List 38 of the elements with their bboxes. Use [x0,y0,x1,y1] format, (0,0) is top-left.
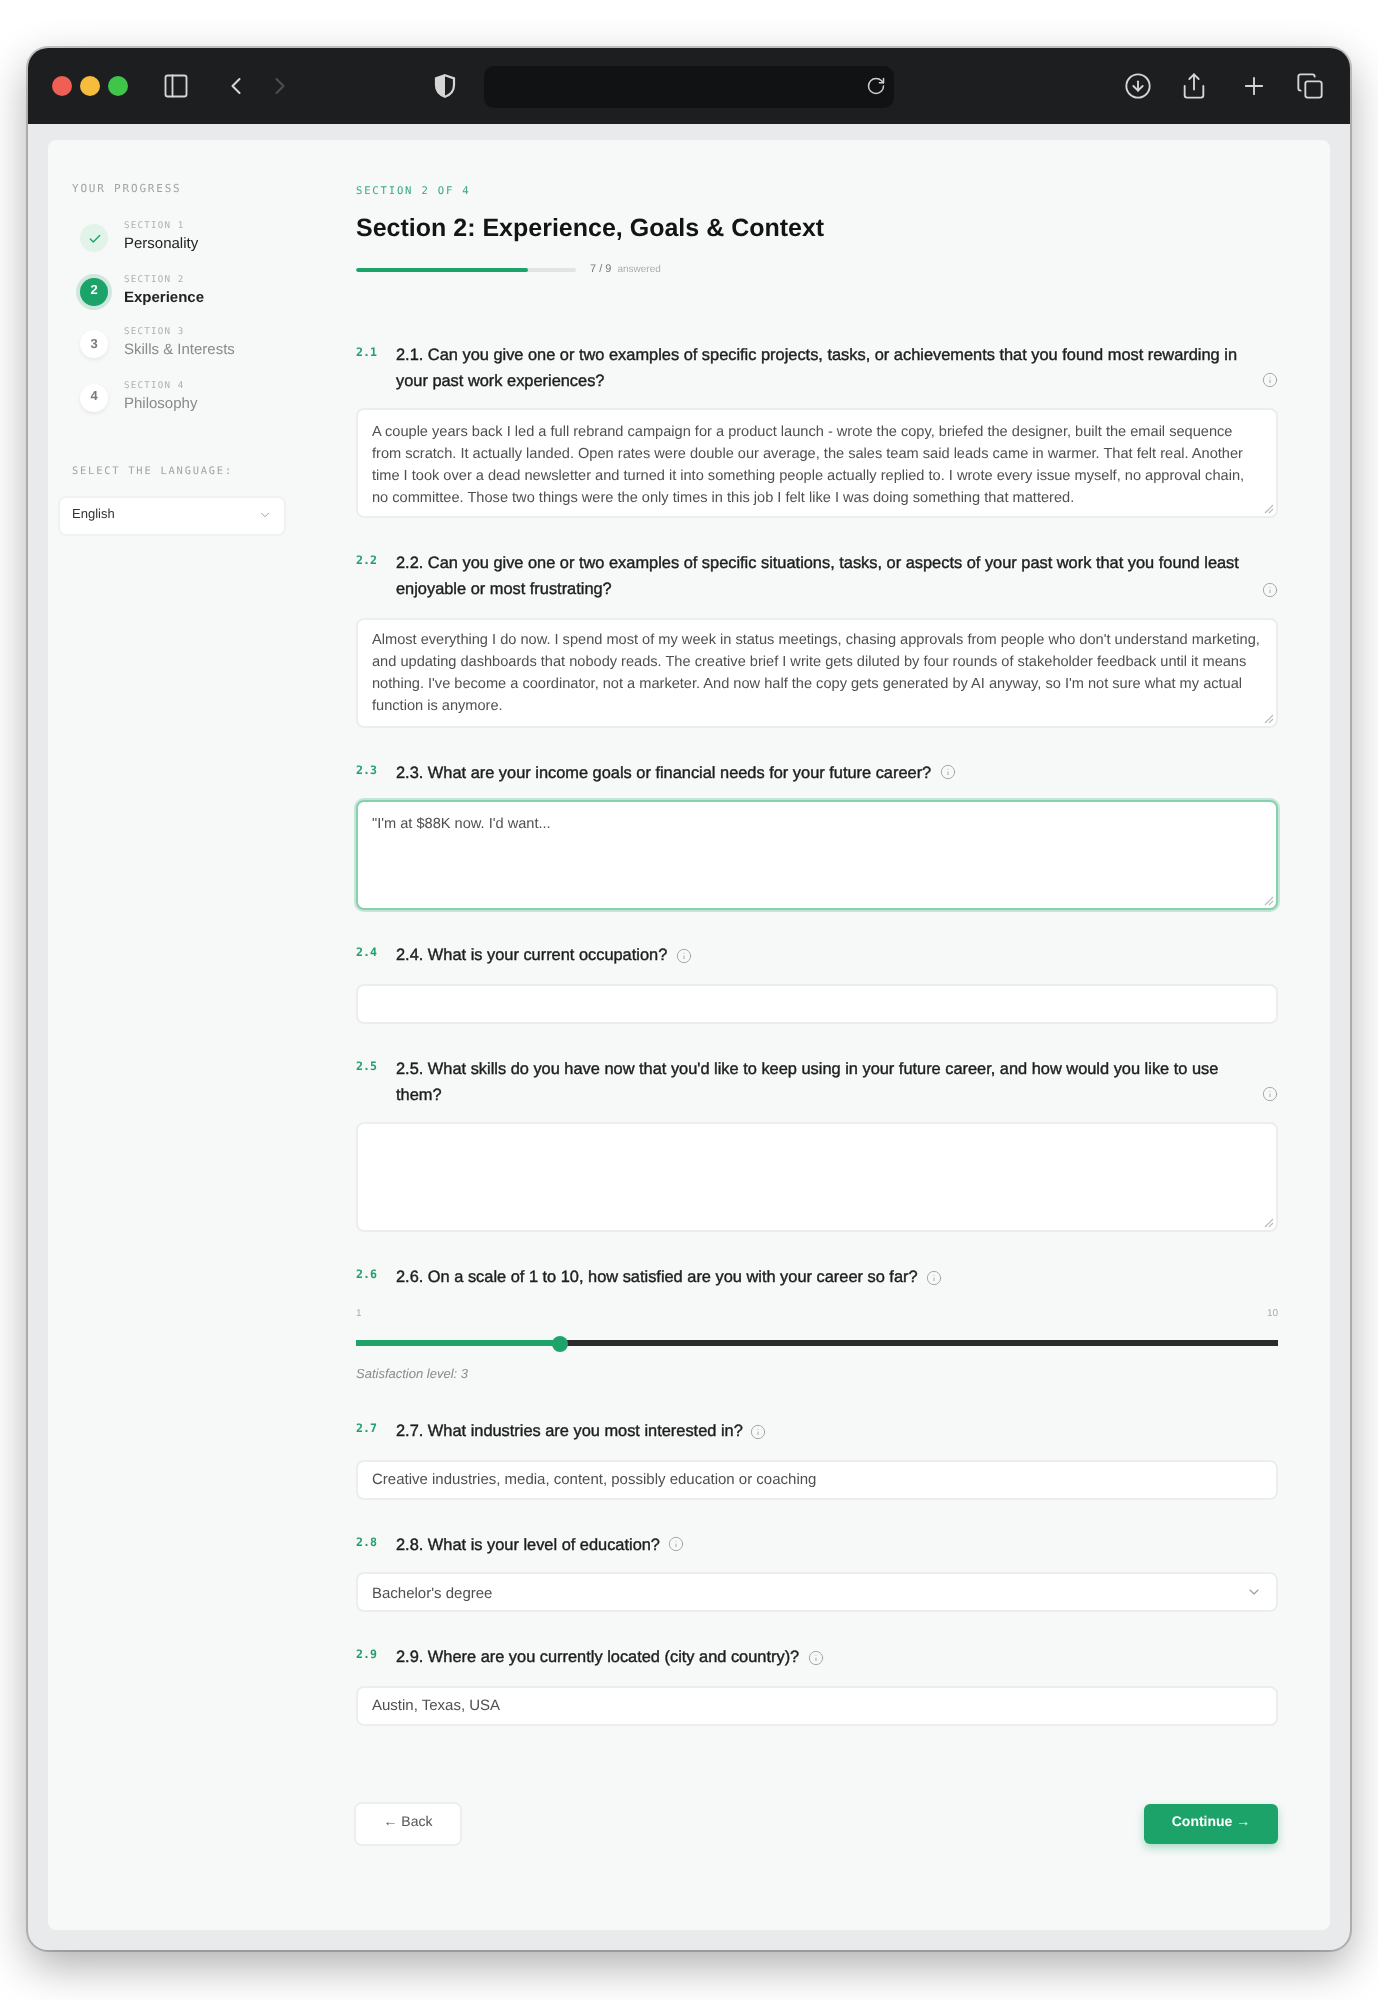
shield-icon[interactable] [434,74,456,98]
new-tab-icon[interactable] [1240,72,1268,100]
question-text: 2.9. Where are you currently located (city and country)? [396,1646,800,1670]
slider-thumb[interactable] [552,1335,569,1351]
info-icon[interactable] [750,1423,767,1439]
question-text: 2.6. On a scale of 1 to 10, how satisfied are you with your career so far? [396,1266,918,1290]
question-text: 2.1. Can you give one or two examples of specific projects, tasks, or achievements that you found most rewarding in your past work experiences? [396,343,1240,393]
tabs-overview-icon[interactable] [1296,72,1324,100]
resize-grip-icon[interactable] [1264,504,1274,514]
answer-textarea[interactable] [356,1122,1278,1232]
info-icon[interactable] [807,1649,824,1665]
info-icon[interactable] [1262,1086,1278,1102]
resize-grip-icon[interactable] [1264,1218,1274,1228]
resize-grip-icon[interactable] [1264,896,1274,906]
window-maximize-icon[interactable] [108,76,128,96]
reload-icon[interactable] [866,76,886,96]
sidebar-toggle-icon[interactable] [162,72,190,100]
download-icon[interactable] [1124,72,1152,100]
question-text: 2.2. Can you give one or two examples of specific situations, tasks, or aspects of your past work that you found least enjoyable or most frustrating? [396,552,1241,602]
info-icon[interactable] [939,764,956,780]
section-title: Section 2: Experience, Goals & Context [356,212,827,244]
info-icon[interactable] [1262,372,1278,388]
question-text: 2.3. What are your income goals or financial needs for your future career? [396,761,932,785]
share-icon[interactable] [1180,72,1208,100]
info-icon[interactable] [1262,581,1278,597]
info-icon[interactable] [925,1269,942,1285]
address-field[interactable] [484,65,894,107]
window-minimize-icon[interactable] [80,76,100,96]
window-close-icon[interactable] [52,76,72,96]
question-text: 2.7. What industries are you most interested in? [396,1420,743,1444]
question-text: 2.8. What is your level of education? [396,1533,660,1557]
info-icon[interactable] [667,1536,684,1552]
chevron-down-icon [1246,1584,1262,1600]
resize-grip-icon[interactable] [1264,713,1274,723]
question-text: 2.5. What skills do you have now that you'd like to keep using in your future career, and how would you like to use them? [396,1057,1221,1107]
question-text: 2.4. What is your current occupation? [396,944,668,968]
chevron-down-icon [258,508,272,522]
info-icon[interactable] [675,947,692,963]
